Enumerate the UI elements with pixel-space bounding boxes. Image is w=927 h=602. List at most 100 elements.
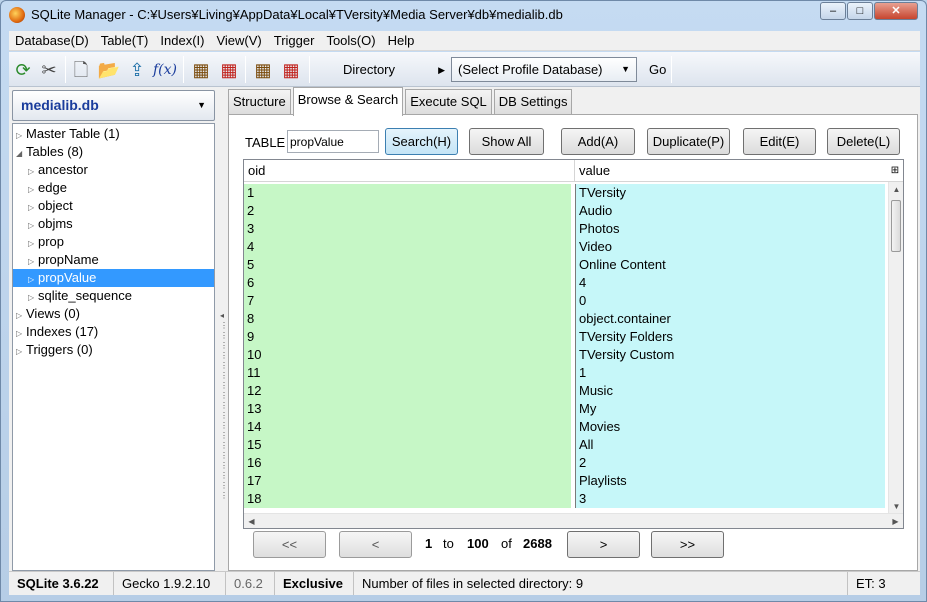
open-database-icon[interactable]: 📂 [97, 58, 121, 82]
cell-oid[interactable]: 11 [244, 364, 573, 382]
cell-oid[interactable]: 9 [244, 328, 573, 346]
go-button[interactable]: Go [649, 58, 666, 82]
column-header-value[interactable]: value [575, 160, 888, 182]
scroll-left-icon[interactable]: ◀ [244, 514, 259, 528]
table-row[interactable]: 10 TVersity Custom [244, 346, 889, 364]
table-row[interactable]: 18 3 [244, 490, 889, 508]
tree-item-sqlite-sequence[interactable]: ▷ sqlite_sequence [13, 287, 214, 305]
maximize-button[interactable]: □ [847, 2, 873, 20]
cell-value[interactable]: 3 [575, 490, 885, 508]
menu-help[interactable]: Help [382, 33, 421, 48]
table-row[interactable]: 3 Photos [244, 220, 889, 238]
new-database-icon[interactable]: 🗋 [69, 58, 93, 82]
cell-value[interactable]: TVersity Folders [575, 328, 885, 346]
directory-menu-button[interactable]: Directory ▶ [321, 58, 447, 82]
tree-item-ancestor[interactable]: ▷ ancestor [13, 161, 214, 179]
cell-value[interactable]: My [575, 400, 885, 418]
cell-oid[interactable]: 13 [244, 400, 573, 418]
tree-item-triggers[interactable]: ▷ Triggers (0) [13, 341, 214, 359]
menu-index[interactable]: Index(I) [154, 33, 210, 48]
cell-oid[interactable]: 3 [244, 220, 573, 238]
profile-database-select[interactable]: (Select Profile Database) ▼ [451, 57, 637, 82]
cell-oid[interactable]: 10 [244, 346, 573, 364]
tree-item-prop[interactable]: ▷ prop [13, 233, 214, 251]
reconnect-icon[interactable]: ⟳ [11, 58, 35, 82]
cell-oid[interactable]: 14 [244, 418, 573, 436]
cell-value[interactable]: Music [575, 382, 885, 400]
menu-table[interactable]: Table(T) [95, 33, 155, 48]
drop-table-icon[interactable]: ▦ [217, 58, 241, 82]
table-row[interactable]: 13 My [244, 400, 889, 418]
delete-button[interactable]: Delete(L) [827, 128, 900, 155]
close-button[interactable]: ✕ [874, 2, 918, 20]
menu-database[interactable]: Database(D) [9, 33, 95, 48]
vertical-scrollbar[interactable]: ▲ ▼ [888, 182, 903, 514]
next-page-button[interactable]: > [567, 531, 640, 558]
cell-value[interactable]: object.container [575, 310, 885, 328]
cell-oid[interactable]: 4 [244, 238, 573, 256]
cell-value[interactable]: 4 [575, 274, 885, 292]
cell-oid[interactable]: 12 [244, 382, 573, 400]
horizontal-scrollbar[interactable]: ◀ ▶ [244, 513, 903, 528]
cell-oid[interactable]: 2 [244, 202, 573, 220]
expand-icon[interactable]: ▷ [16, 343, 26, 361]
cell-oid[interactable]: 17 [244, 472, 573, 490]
previous-page-button[interactable]: < [339, 531, 412, 558]
cell-value[interactable]: Movies [575, 418, 885, 436]
cell-oid[interactable]: 1 [244, 184, 573, 202]
scroll-right-icon[interactable]: ▶ [888, 514, 903, 528]
create-table-icon[interactable]: ▦ [189, 58, 213, 82]
table-row[interactable]: 4 Video [244, 238, 889, 256]
cell-value[interactable]: Playlists [575, 472, 885, 490]
table-row[interactable]: 12 Music [244, 382, 889, 400]
cell-oid[interactable]: 8 [244, 310, 573, 328]
tree-item-object[interactable]: ▷ object [13, 197, 214, 215]
scroll-up-icon[interactable]: ▲ [889, 182, 903, 197]
scroll-thumb[interactable] [891, 200, 901, 252]
tree-item-edge[interactable]: ▷ edge [13, 179, 214, 197]
table-row[interactable]: 15 All [244, 436, 889, 454]
cell-value[interactable]: TVersity [575, 184, 885, 202]
minimize-button[interactable]: – [820, 2, 846, 20]
database-select[interactable]: medialib.db ▼ [12, 90, 215, 121]
cell-value[interactable]: 0 [575, 292, 885, 310]
functions-icon[interactable]: f(x) [153, 58, 177, 82]
first-page-button[interactable]: << [253, 531, 326, 558]
tab-structure[interactable]: Structure [228, 89, 291, 115]
menu-view[interactable]: View(V) [210, 33, 267, 48]
cell-oid[interactable]: 7 [244, 292, 573, 310]
cell-value[interactable]: Audio [575, 202, 885, 220]
tree-item-tables[interactable]: ◢ Tables (8) [13, 143, 214, 161]
export-icon[interactable]: ⇪ [125, 58, 149, 82]
cell-value[interactable]: All [575, 436, 885, 454]
search-button[interactable]: Search(H) [385, 128, 458, 155]
menu-trigger[interactable]: Trigger [268, 33, 321, 48]
menu-tools[interactable]: Tools(O) [320, 33, 381, 48]
column-picker-icon[interactable]: ⊞ [889, 164, 901, 177]
table-row[interactable]: 9 TVersity Folders [244, 328, 889, 346]
show-all-button[interactable]: Show All [469, 128, 544, 155]
cell-value[interactable]: 1 [575, 364, 885, 382]
title-bar[interactable]: SQLite Manager - C:¥Users¥Living¥AppData… [1, 1, 926, 31]
table-row[interactable]: 11 1 [244, 364, 889, 382]
cell-value[interactable]: Video [575, 238, 885, 256]
edit-button[interactable]: Edit(E) [743, 128, 816, 155]
table-row[interactable]: 2 Audio [244, 202, 889, 220]
tools-icon[interactable]: ✂ [37, 58, 61, 82]
table-row[interactable]: 16 2 [244, 454, 889, 472]
tree-item-master-table[interactable]: ▷ Master Table (1) [13, 125, 214, 143]
create-index-icon[interactable]: ▦ [251, 58, 275, 82]
table-row[interactable]: 17 Playlists [244, 472, 889, 490]
tab-db-settings[interactable]: DB Settings [493, 89, 573, 115]
cell-value[interactable]: Online Content [575, 256, 885, 274]
tree-item-indexes[interactable]: ▷ Indexes (17) [13, 323, 214, 341]
add-button[interactable]: Add(A) [561, 128, 635, 155]
table-row[interactable]: 70 [244, 292, 889, 310]
cell-oid[interactable]: 16 [244, 454, 573, 472]
tree-item-propname[interactable]: ▷ propName [13, 251, 214, 269]
cell-oid[interactable]: 5 [244, 256, 573, 274]
tree-item-objms[interactable]: ▷ objms [13, 215, 214, 233]
table-row[interactable]: 5 Online Content [244, 256, 889, 274]
cell-value[interactable]: Photos [575, 220, 885, 238]
table-row[interactable]: 14 Movies [244, 418, 889, 436]
